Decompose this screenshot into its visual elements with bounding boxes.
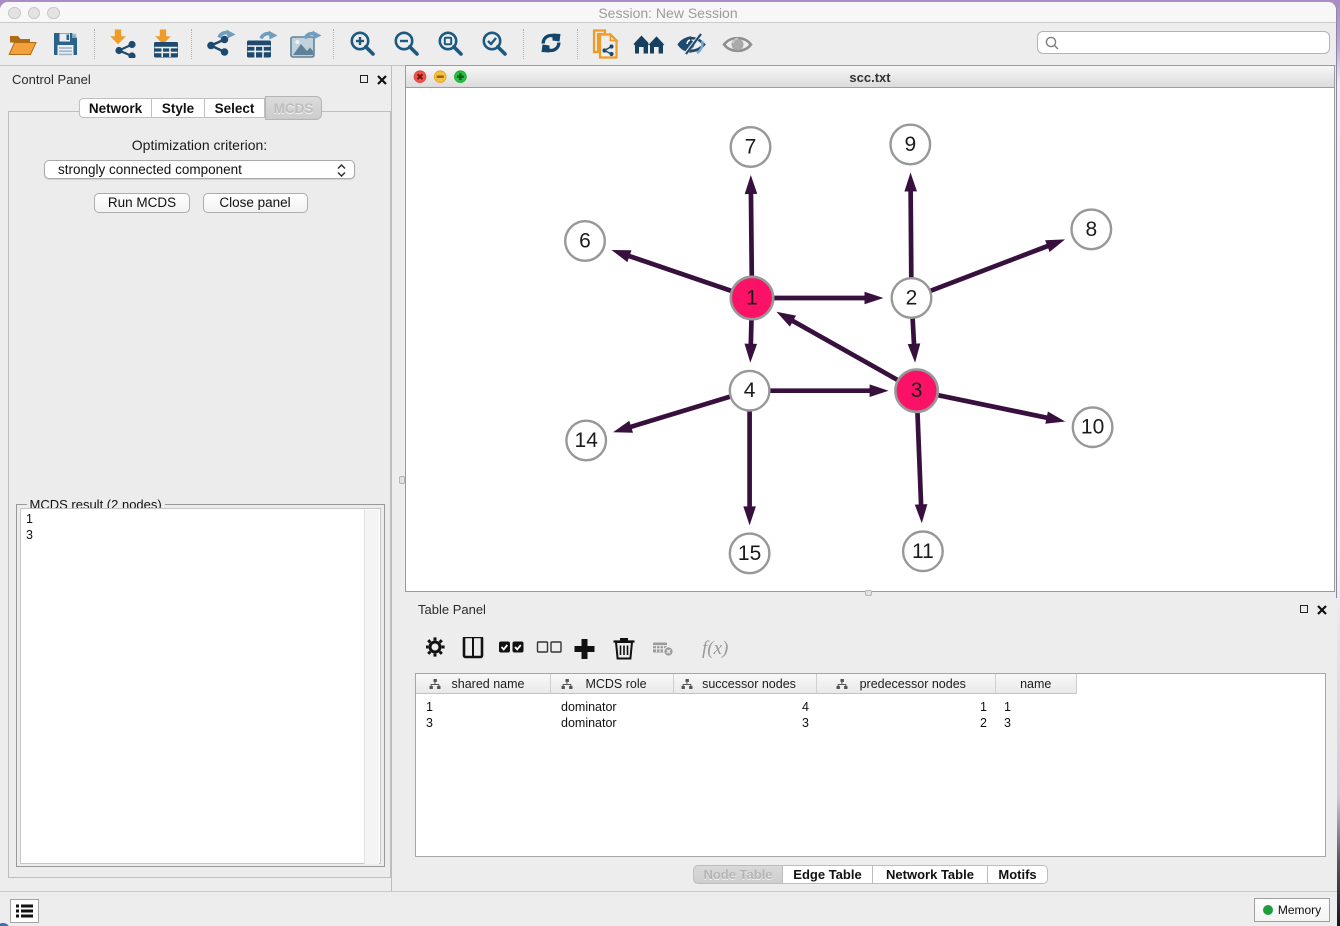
svg-text:1: 1 (746, 286, 758, 309)
svg-text:8: 8 (1085, 217, 1097, 240)
svg-text:f(x): f(x) (702, 638, 728, 659)
svg-text:15: 15 (738, 541, 761, 564)
svg-text:9: 9 (904, 133, 916, 156)
svg-text:6: 6 (579, 229, 591, 252)
svg-text:3: 3 (911, 379, 923, 402)
svg-text:14: 14 (575, 429, 599, 452)
svg-text:4: 4 (744, 379, 756, 402)
svg-text:10: 10 (1081, 415, 1104, 438)
svg-text:2: 2 (906, 286, 918, 309)
svg-text:7: 7 (745, 135, 757, 158)
svg-text:11: 11 (912, 539, 934, 562)
